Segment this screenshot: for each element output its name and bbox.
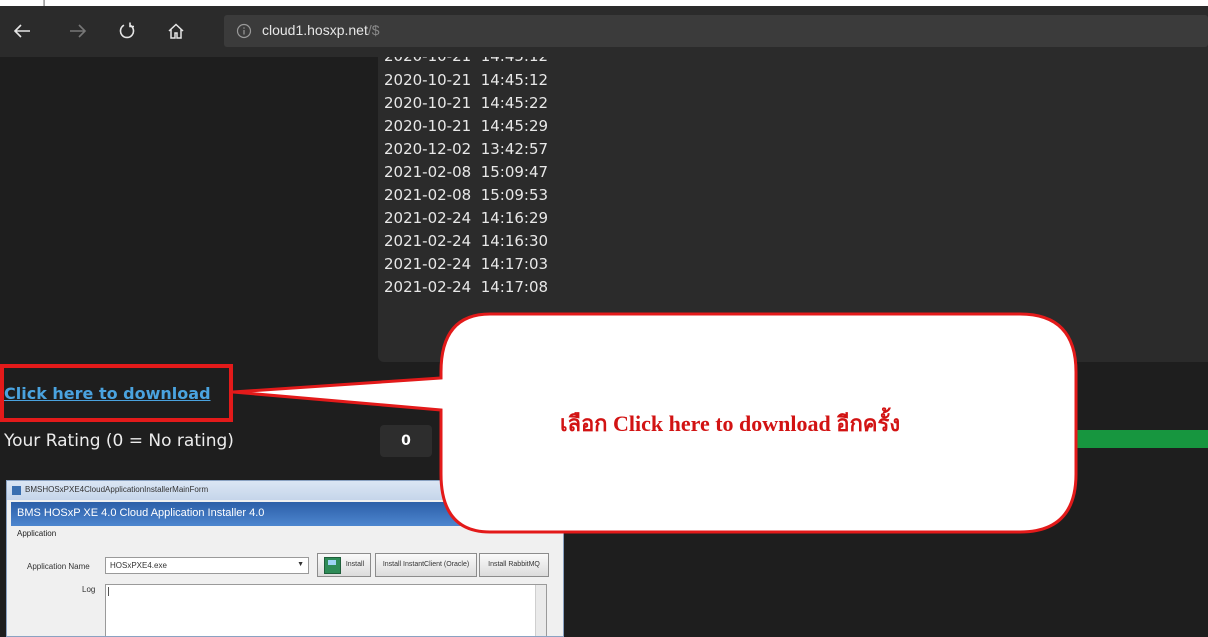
callout-text: เลือก Click here to download อีกครั้ง [559, 411, 901, 436]
callout-overlay [232, 312, 1078, 534]
